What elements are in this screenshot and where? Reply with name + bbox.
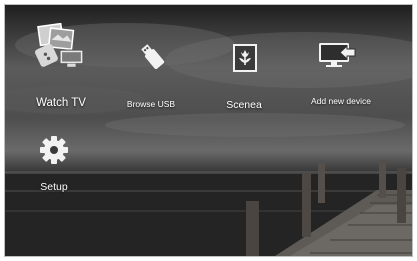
menu-item-label: Watch TV [36,97,86,109]
usb-icon [141,44,165,69]
menu-item-label: Add new device [310,96,371,106]
tv-photo-icon [35,23,84,67]
menu-item-scenea[interactable]: Scenea [211,19,277,119]
menu-item-label: Browse USB [126,99,176,109]
home-menu-screen: Watch TV Browse USB Scenea Add new devic… [5,5,412,256]
menu-item-label: Scenea [226,99,262,111]
menu-item-watch-tv[interactable]: Watch TV [21,19,101,119]
add-device-icon [319,43,356,67]
menu-item-add-new-device[interactable]: Add new device [303,19,379,119]
scenea-flower-icon [233,44,257,72]
menu-item-setup[interactable]: Setup [29,129,79,199]
menu-item-browse-usb[interactable]: Browse USB [113,19,189,119]
menu-item-label: Setup [40,181,68,193]
gear-icon [40,136,68,164]
